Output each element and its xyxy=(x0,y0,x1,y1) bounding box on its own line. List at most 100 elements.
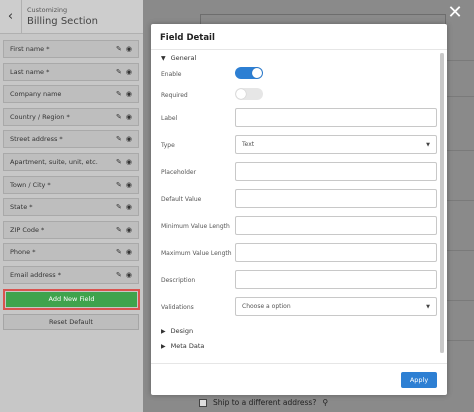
field-row-zip[interactable]: ZIP Code * ✎ ◉ xyxy=(3,220,139,239)
eye-icon[interactable]: ◉ xyxy=(126,248,132,256)
field-row-street[interactable]: Street address * ✎ ◉ xyxy=(3,130,139,149)
field-label: Town / City * xyxy=(10,180,51,189)
edit-icon[interactable]: ✎ xyxy=(116,135,122,143)
modal-footer: Apply xyxy=(151,363,447,395)
eye-icon[interactable]: ◉ xyxy=(126,181,132,189)
toggle-knob xyxy=(252,68,262,78)
edit-icon[interactable]: ✎ xyxy=(116,158,122,166)
chevron-left-icon: ‹ xyxy=(7,9,14,24)
background-divider xyxy=(446,96,474,97)
field-label: ZIP Code * xyxy=(10,225,45,234)
general-label: General xyxy=(170,54,197,62)
close-icon[interactable]: ✕ xyxy=(446,4,464,22)
sidebar-title: Billing Section xyxy=(27,16,98,27)
eye-icon[interactable]: ◉ xyxy=(126,45,132,53)
background-divider xyxy=(446,60,474,61)
field-row-phone[interactable]: Phone * ✎ ◉ xyxy=(3,243,139,262)
edit-icon[interactable]: ✎ xyxy=(116,271,122,279)
sidebar-titles: Customizing Billing Section xyxy=(22,6,98,27)
meta-data-label: Meta Data xyxy=(170,342,205,350)
max-length-label: Maximum Value Length xyxy=(161,250,232,257)
edit-icon[interactable]: ✎ xyxy=(116,45,122,53)
background-divider xyxy=(446,340,474,341)
apply-button[interactable]: Apply xyxy=(401,372,437,388)
toggle-knob xyxy=(236,89,246,99)
eye-icon[interactable]: ◉ xyxy=(126,158,132,166)
caret-down-icon: ▼ xyxy=(426,141,430,148)
eye-icon[interactable]: ◉ xyxy=(126,271,132,279)
max-length-input[interactable] xyxy=(235,243,437,262)
edit-icon[interactable]: ✎ xyxy=(116,203,122,211)
add-field-highlight: Add New Field xyxy=(3,288,140,310)
field-label: First name * xyxy=(10,45,50,53)
field-row-city[interactable]: Town / City * ✎ ◉ xyxy=(3,175,139,194)
field-label: Apartment, suite, unit, etc. xyxy=(10,157,98,166)
eye-icon[interactable]: ◉ xyxy=(126,226,132,234)
validations-select[interactable]: Choose a option ▼ xyxy=(235,297,437,316)
meta-data-section-toggle[interactable]: ▶ Meta Data xyxy=(161,342,204,350)
add-new-field-button[interactable]: Add New Field xyxy=(6,291,137,307)
modal-body: ▼ General Enable Required Label Type Tex… xyxy=(151,50,447,363)
design-label: Design xyxy=(170,327,194,335)
ship-checkbox[interactable] xyxy=(199,398,207,407)
field-row-apartment[interactable]: Apartment, suite, unit, etc. ✎ ◉ xyxy=(3,152,139,171)
type-select-value: Text xyxy=(242,141,255,148)
description-label: Description xyxy=(161,277,196,284)
field-row-state[interactable]: State * ✎ ◉ xyxy=(3,198,139,217)
background-divider xyxy=(446,150,474,151)
field-label: Country / Region * xyxy=(10,112,70,121)
field-label: Phone * xyxy=(10,248,36,257)
field-row-company[interactable]: Company name ✎ ◉ xyxy=(3,85,139,104)
enable-toggle[interactable] xyxy=(235,67,263,79)
map-pin-icon: ⚲ xyxy=(322,398,329,407)
sidebar-subtitle: Customizing xyxy=(27,6,68,14)
caret-down-icon: ▼ xyxy=(426,303,430,310)
background-divider xyxy=(446,250,474,251)
field-label: Company name xyxy=(10,90,62,99)
field-list: First name * ✎ ◉ Last name * ✎ ◉ Company n… xyxy=(0,34,143,284)
required-label: Required xyxy=(161,92,188,99)
eye-icon[interactable]: ◉ xyxy=(126,90,132,98)
eye-icon[interactable]: ◉ xyxy=(126,113,132,121)
type-select[interactable]: Text ▼ xyxy=(235,135,437,154)
label-field-label: Label xyxy=(161,115,178,122)
type-label: Type xyxy=(161,142,175,149)
field-row-first-name[interactable]: First name * ✎ ◉ xyxy=(3,40,139,58)
default-value-label: Default Value xyxy=(161,196,202,203)
back-button[interactable]: ‹ xyxy=(0,0,22,34)
edit-icon[interactable]: ✎ xyxy=(116,226,122,234)
validations-placeholder: Choose a option xyxy=(242,303,291,310)
reset-default-button[interactable]: Reset Default xyxy=(3,313,139,330)
eye-icon[interactable]: ◉ xyxy=(126,68,132,76)
edit-icon[interactable]: ✎ xyxy=(116,113,122,121)
field-label: Last name * xyxy=(10,67,50,76)
field-row-last-name[interactable]: Last name * ✎ ◉ xyxy=(3,62,139,81)
caret-down-icon: ▼ xyxy=(161,54,166,62)
background-divider xyxy=(446,200,474,201)
required-toggle[interactable] xyxy=(235,88,263,100)
min-length-label: Minimum Value Length xyxy=(161,223,230,230)
eye-icon[interactable]: ◉ xyxy=(126,135,132,143)
eye-icon[interactable]: ◉ xyxy=(126,203,132,211)
field-label: Email address * xyxy=(10,270,61,279)
edit-icon[interactable]: ✎ xyxy=(116,248,122,256)
background-divider xyxy=(446,300,474,301)
field-row-email[interactable]: Email address * ✎ ◉ xyxy=(3,265,139,284)
edit-icon[interactable]: ✎ xyxy=(116,90,122,98)
edit-icon[interactable]: ✎ xyxy=(116,181,122,189)
min-length-input[interactable] xyxy=(235,216,437,235)
enable-label: Enable xyxy=(161,71,182,78)
validations-label: Validations xyxy=(161,304,194,311)
default-value-input[interactable] xyxy=(235,189,437,208)
placeholder-input[interactable] xyxy=(235,162,437,181)
ship-label: Ship to a different address? xyxy=(213,398,317,407)
field-label: State * xyxy=(10,203,33,212)
customizer-sidebar: ‹ Customizing Billing Section First name… xyxy=(0,0,143,412)
label-input[interactable] xyxy=(235,108,437,127)
field-row-country[interactable]: Country / Region * ✎ ◉ xyxy=(3,107,139,126)
general-section-toggle[interactable]: ▼ General xyxy=(161,54,196,62)
edit-icon[interactable]: ✎ xyxy=(116,68,122,76)
ship-different-address: Ship to a different address? ⚲ xyxy=(199,398,328,407)
description-input[interactable] xyxy=(235,270,437,289)
design-section-toggle[interactable]: ▶ Design xyxy=(161,327,193,335)
